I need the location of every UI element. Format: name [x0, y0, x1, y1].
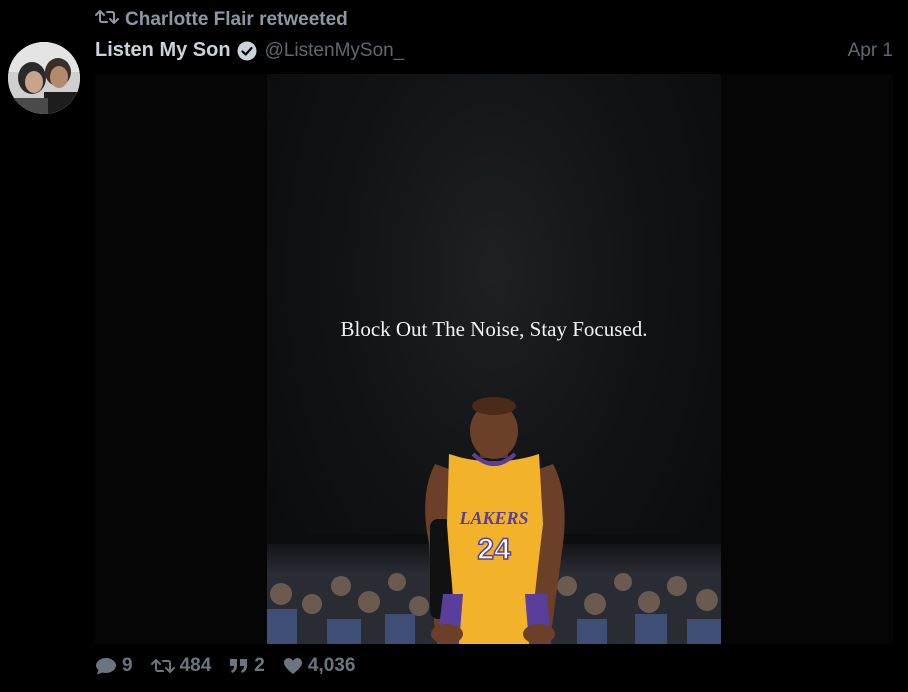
quote-count: 2	[254, 655, 265, 676]
user-handle[interactable]: @ListenMySon_	[265, 40, 405, 62]
reply-count: 9	[122, 655, 133, 676]
retweet-label: Charlotte Flair retweeted	[125, 9, 348, 30]
quote-button[interactable]: 2	[229, 655, 265, 677]
like-button[interactable]: 4,036	[283, 655, 356, 677]
jersey-number: 24	[477, 533, 511, 566]
retweet-action-icon	[150, 658, 175, 674]
retweet-button[interactable]: 484	[150, 655, 212, 677]
like-count: 4,036	[307, 655, 356, 676]
tweet-actions: 9 484 2 4,036	[95, 655, 373, 677]
tweet-media[interactable]: Block Out The Noise, Stay Focused. LAKER…	[95, 74, 893, 644]
tweet-date[interactable]: Apr 1	[848, 40, 893, 62]
poster-image: Block Out The Noise, Stay Focused. LAKER…	[267, 74, 721, 644]
retweet-icon	[95, 9, 119, 31]
quote-icon	[229, 658, 249, 674]
reply-icon	[95, 657, 117, 675]
player-illustration: LAKERS 24	[267, 397, 721, 644]
reply-button[interactable]: 9	[95, 655, 133, 677]
jersey-text: LAKERS	[458, 508, 528, 528]
retweet-context[interactable]: Charlotte Flair retweeted	[95, 9, 348, 31]
retweet-count: 484	[179, 655, 212, 676]
tweet-header: Listen My Son @ListenMySon_ Apr 1	[95, 39, 893, 62]
verified-badge-icon	[237, 41, 257, 61]
avatar[interactable]	[8, 42, 80, 114]
heart-icon	[283, 657, 303, 675]
display-name[interactable]: Listen My Son	[95, 39, 231, 62]
